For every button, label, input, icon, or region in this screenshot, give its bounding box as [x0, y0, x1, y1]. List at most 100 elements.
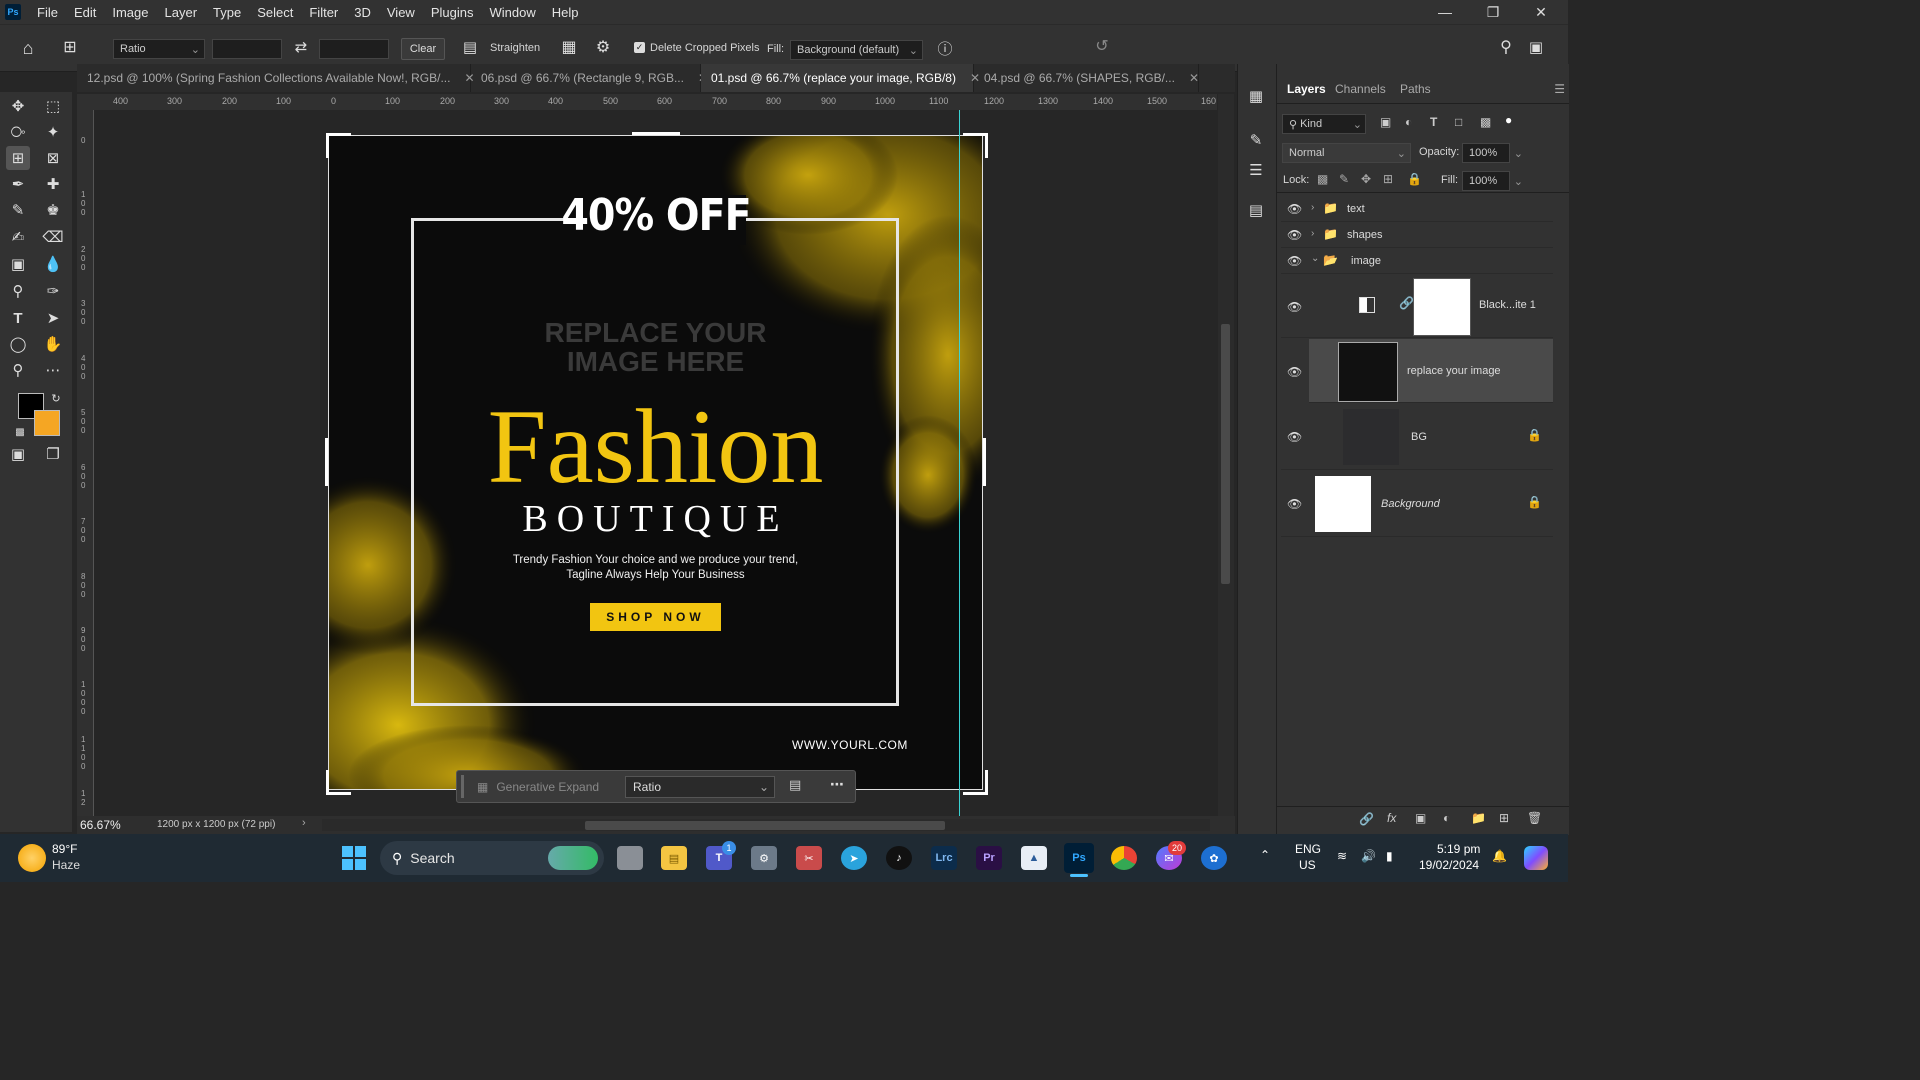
- eyedropper-icon[interactable]: ✒: [6, 172, 30, 196]
- tab-layers[interactable]: Layers: [1287, 82, 1326, 96]
- layer-replace-your-image[interactable]: replace your image: [1309, 339, 1553, 403]
- chevron-down-icon[interactable]: ⌄: [1311, 253, 1319, 264]
- notification-bell-icon[interactable]: 🔔: [1492, 849, 1507, 863]
- gear-icon[interactable]: ⚙: [591, 35, 615, 59]
- menu-file[interactable]: File: [29, 5, 66, 20]
- crop-handle-top[interactable]: [632, 132, 680, 135]
- tab-12-psd[interactable]: 12.psd @ 100% (Spring Fashion Collection…: [77, 64, 475, 92]
- clock-time[interactable]: 5:19 pm: [1437, 842, 1480, 856]
- clear-button[interactable]: Clear: [401, 38, 445, 60]
- stamp-tool-icon[interactable]: ♚: [41, 198, 65, 222]
- battery-icon[interactable]: ▮: [1386, 849, 1393, 863]
- straighten-icon[interactable]: ▤: [458, 35, 482, 59]
- windows-start-icon[interactable]: [342, 846, 366, 870]
- default-colors-icon[interactable]: ▩: [8, 420, 32, 444]
- crop-handle-left[interactable]: [325, 438, 328, 486]
- filter-toggle-icon[interactable]: ●: [1505, 113, 1512, 127]
- layer-text-group[interactable]: 👁 › 📁 text: [1281, 196, 1553, 222]
- chevron-right-icon[interactable]: ›: [302, 817, 306, 829]
- eye-icon[interactable]: 👁: [1287, 365, 1305, 379]
- adjustment-filter-icon[interactable]: ◐: [1405, 115, 1412, 129]
- healing-brush-icon[interactable]: ✚: [41, 172, 65, 196]
- frame-tool-icon[interactable]: ⊠: [41, 146, 65, 170]
- vertical-scroll-thumb[interactable]: [1221, 324, 1230, 584]
- menu-help[interactable]: Help: [544, 5, 587, 20]
- ellipse-tool-icon[interactable]: ◯: [6, 332, 30, 356]
- photos-icon[interactable]: ▲: [1021, 846, 1047, 870]
- straighten-label[interactable]: Straighten: [490, 42, 540, 54]
- lasso-tool-icon[interactable]: ⧂: [6, 120, 30, 144]
- eye-icon[interactable]: 👁: [1287, 254, 1305, 268]
- chevron-right-icon[interactable]: ›: [1311, 228, 1314, 239]
- lock-transparent-icon[interactable]: ▩: [1317, 172, 1328, 186]
- weather-desc[interactable]: Haze: [52, 858, 80, 872]
- generative-expand-button[interactable]: ▦ Generative Expand: [471, 775, 621, 798]
- ratio-select[interactable]: Ratio ⌄: [113, 39, 205, 59]
- screen-mode-icon[interactable]: ❐: [41, 442, 65, 466]
- eraser-icon[interactable]: ⌫: [41, 225, 65, 249]
- tab-01-psd[interactable]: 01.psd @ 66.7% (replace your image, RGB/…: [701, 64, 980, 92]
- more-tools-icon[interactable]: ⋯: [41, 358, 65, 382]
- wifi-icon[interactable]: ≋: [1337, 849, 1347, 863]
- photoshop-taskbar-icon[interactable]: Ps: [1064, 843, 1094, 873]
- menu-plugins[interactable]: Plugins: [423, 5, 482, 20]
- type-filter-icon[interactable]: T: [1430, 115, 1437, 129]
- add-mask-icon[interactable]: ▣: [1415, 811, 1426, 825]
- layer-bg[interactable]: 👁 BG 🔒: [1281, 404, 1553, 470]
- quick-mask-icon[interactable]: ▣: [6, 442, 30, 466]
- eye-icon[interactable]: 👁: [1287, 430, 1305, 444]
- tiktok-icon[interactable]: ♪: [886, 846, 912, 870]
- layer-background[interactable]: 👁 Background 🔒: [1281, 471, 1553, 537]
- crop-tool-preset-icon[interactable]: ⊞: [58, 35, 82, 59]
- dodge-tool-icon[interactable]: ⚲: [6, 279, 30, 303]
- grid-overlay-icon[interactable]: ▦: [557, 35, 581, 59]
- fx-icon[interactable]: fx: [1387, 811, 1396, 825]
- blur-tool-icon[interactable]: 💧: [41, 252, 65, 276]
- crop-handle-right[interactable]: [983, 438, 986, 486]
- hand-tool-icon[interactable]: ✋: [41, 332, 65, 356]
- workspace-icon[interactable]: ▣: [1524, 35, 1548, 59]
- history-icon[interactable]: ▦: [1244, 84, 1268, 108]
- telegram-icon[interactable]: ➤: [841, 846, 867, 870]
- weather-temp[interactable]: 89°F: [52, 842, 77, 856]
- restore-icon[interactable]: ❐: [1470, 0, 1516, 24]
- tab-paths[interactable]: Paths: [1400, 82, 1431, 96]
- fill-select[interactable]: Background (default) ⌄: [790, 40, 923, 60]
- eye-icon[interactable]: 👁: [1287, 497, 1305, 511]
- menu-select[interactable]: Select: [249, 5, 301, 20]
- shape-filter-icon[interactable]: □: [1455, 115, 1462, 129]
- language-eng[interactable]: ENG: [1295, 842, 1321, 856]
- tab-06-psd[interactable]: 06.psd @ 66.7% (Rectangle 9, RGB...✕: [471, 64, 708, 92]
- delete-cropped-checkbox[interactable]: ✓: [634, 42, 645, 53]
- zoom-level[interactable]: 66.67%: [80, 818, 121, 832]
- vertical-scrollbar[interactable]: [1218, 94, 1234, 816]
- kind-filter-select[interactable]: ⚲ Kind ⌄: [1282, 114, 1366, 134]
- trash-icon[interactable]: 🗑: [1527, 811, 1542, 825]
- path-select-icon[interactable]: ➤: [41, 306, 65, 330]
- more-options-icon[interactable]: ⋯: [830, 776, 844, 793]
- copilot-icon[interactable]: [1524, 846, 1548, 870]
- type-tool-icon[interactable]: T: [6, 306, 30, 330]
- pen-tool-icon[interactable]: ✑: [41, 279, 65, 303]
- search-icon[interactable]: ⚲: [1494, 35, 1518, 59]
- eye-icon[interactable]: 👁: [1287, 228, 1305, 242]
- new-group-icon[interactable]: 📁: [1471, 811, 1486, 825]
- crop-handle-bottom-left[interactable]: [326, 770, 351, 795]
- lock-all-icon[interactable]: 🔒: [1407, 172, 1422, 186]
- tab-channels[interactable]: Channels: [1335, 82, 1386, 96]
- straighten-icon[interactable]: ▤: [789, 777, 801, 793]
- eye-icon[interactable]: 👁: [1287, 202, 1305, 216]
- settings-icon[interactable]: ⚙: [751, 846, 777, 870]
- width-input[interactable]: [212, 39, 282, 59]
- horizontal-scroll-thumb[interactable]: [585, 821, 945, 830]
- gradient-tool-icon[interactable]: ▣: [6, 252, 30, 276]
- crop-bounding-box[interactable]: [328, 135, 983, 790]
- file-explorer-icon[interactable]: ▤: [661, 846, 687, 870]
- swap-colors-icon[interactable]: ↻: [44, 386, 68, 410]
- opacity-input[interactable]: 100% ⌄: [1462, 143, 1523, 163]
- drag-handle[interactable]: [461, 775, 464, 798]
- menu-image[interactable]: Image: [104, 5, 156, 20]
- crop-tool-icon[interactable]: ⊞: [6, 146, 30, 170]
- clock-date[interactable]: 19/02/2024: [1419, 858, 1479, 872]
- layer-black-white-adjustment[interactable]: 👁 🔗 Black...ite 1: [1281, 274, 1553, 338]
